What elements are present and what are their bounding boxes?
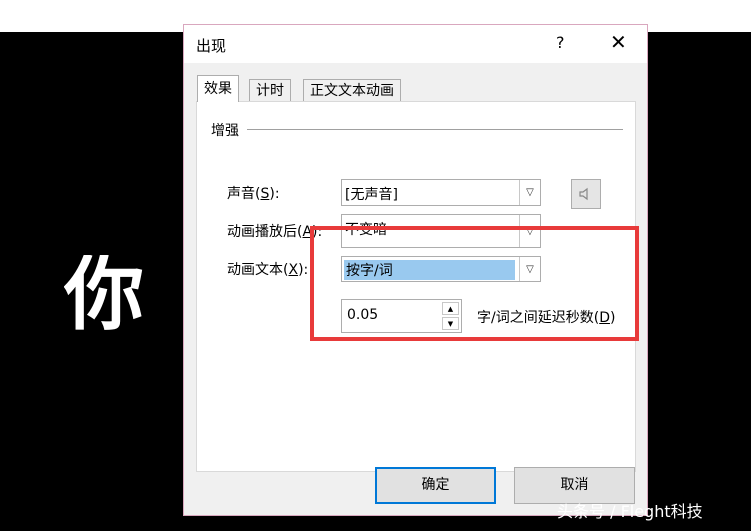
after-animation-value: 不变暗 (345, 222, 387, 238)
group-label: 增强 (211, 123, 239, 139)
delay-value: 0.05 (347, 307, 379, 323)
stepper-up-icon[interactable]: ▲ (442, 302, 459, 315)
slide-text: 你 (64, 255, 144, 335)
tab-effect[interactable]: 效果 (197, 75, 239, 102)
help-button[interactable]: ? (556, 33, 565, 52)
delay-label: 字/词之间延迟秒数(D) (477, 310, 616, 326)
animate-text-label: 动画文本(X): (227, 262, 309, 278)
dialog-title: 出现 (196, 37, 227, 55)
tab-timing[interactable]: 计时 (249, 79, 291, 101)
after-animation-label: 动画播放后(A): (227, 224, 323, 240)
after-animation-select[interactable]: 不变暗 ▽ (341, 214, 541, 248)
sound-select-value: [无声音] (345, 187, 398, 203)
sound-label: 声音(S): (227, 186, 280, 202)
animate-text-select[interactable]: 按字/词 ▽ (341, 256, 541, 282)
effect-panel: 增强 声音(S): [无声音] ▽ 动画播放后(A): 不变暗 ▽ 动画文本(X… (196, 101, 636, 472)
speaker-button[interactable] (571, 179, 601, 209)
watermark: 头条号 / Fleght科技 (557, 502, 703, 521)
close-icon[interactable]: ✕ (610, 30, 627, 54)
dialog-titlebar: 出现 ? ✕ (184, 25, 647, 63)
ok-button[interactable]: 确定 (375, 467, 496, 504)
stepper-down-icon[interactable]: ▼ (442, 317, 459, 330)
chevron-down-icon[interactable]: ▽ (519, 215, 540, 247)
chevron-down-icon[interactable]: ▽ (519, 257, 540, 281)
speaker-icon (579, 187, 588, 201)
delay-stepper[interactable]: 0.05 ▲ ▼ (341, 299, 462, 333)
stepper-controls: ▲ ▼ (442, 302, 459, 330)
appear-dialog: 出现 ? ✕ 效果 计时 正文文本动画 增强 声音(S): [无声音] ▽ 动画… (183, 24, 648, 516)
group-divider (247, 129, 623, 130)
tab-text-animation[interactable]: 正文文本动画 (303, 79, 401, 101)
animate-text-value: 按字/词 (344, 260, 515, 280)
sound-select[interactable]: [无声音] ▽ (341, 179, 541, 206)
chevron-down-icon[interactable]: ▽ (519, 180, 540, 205)
